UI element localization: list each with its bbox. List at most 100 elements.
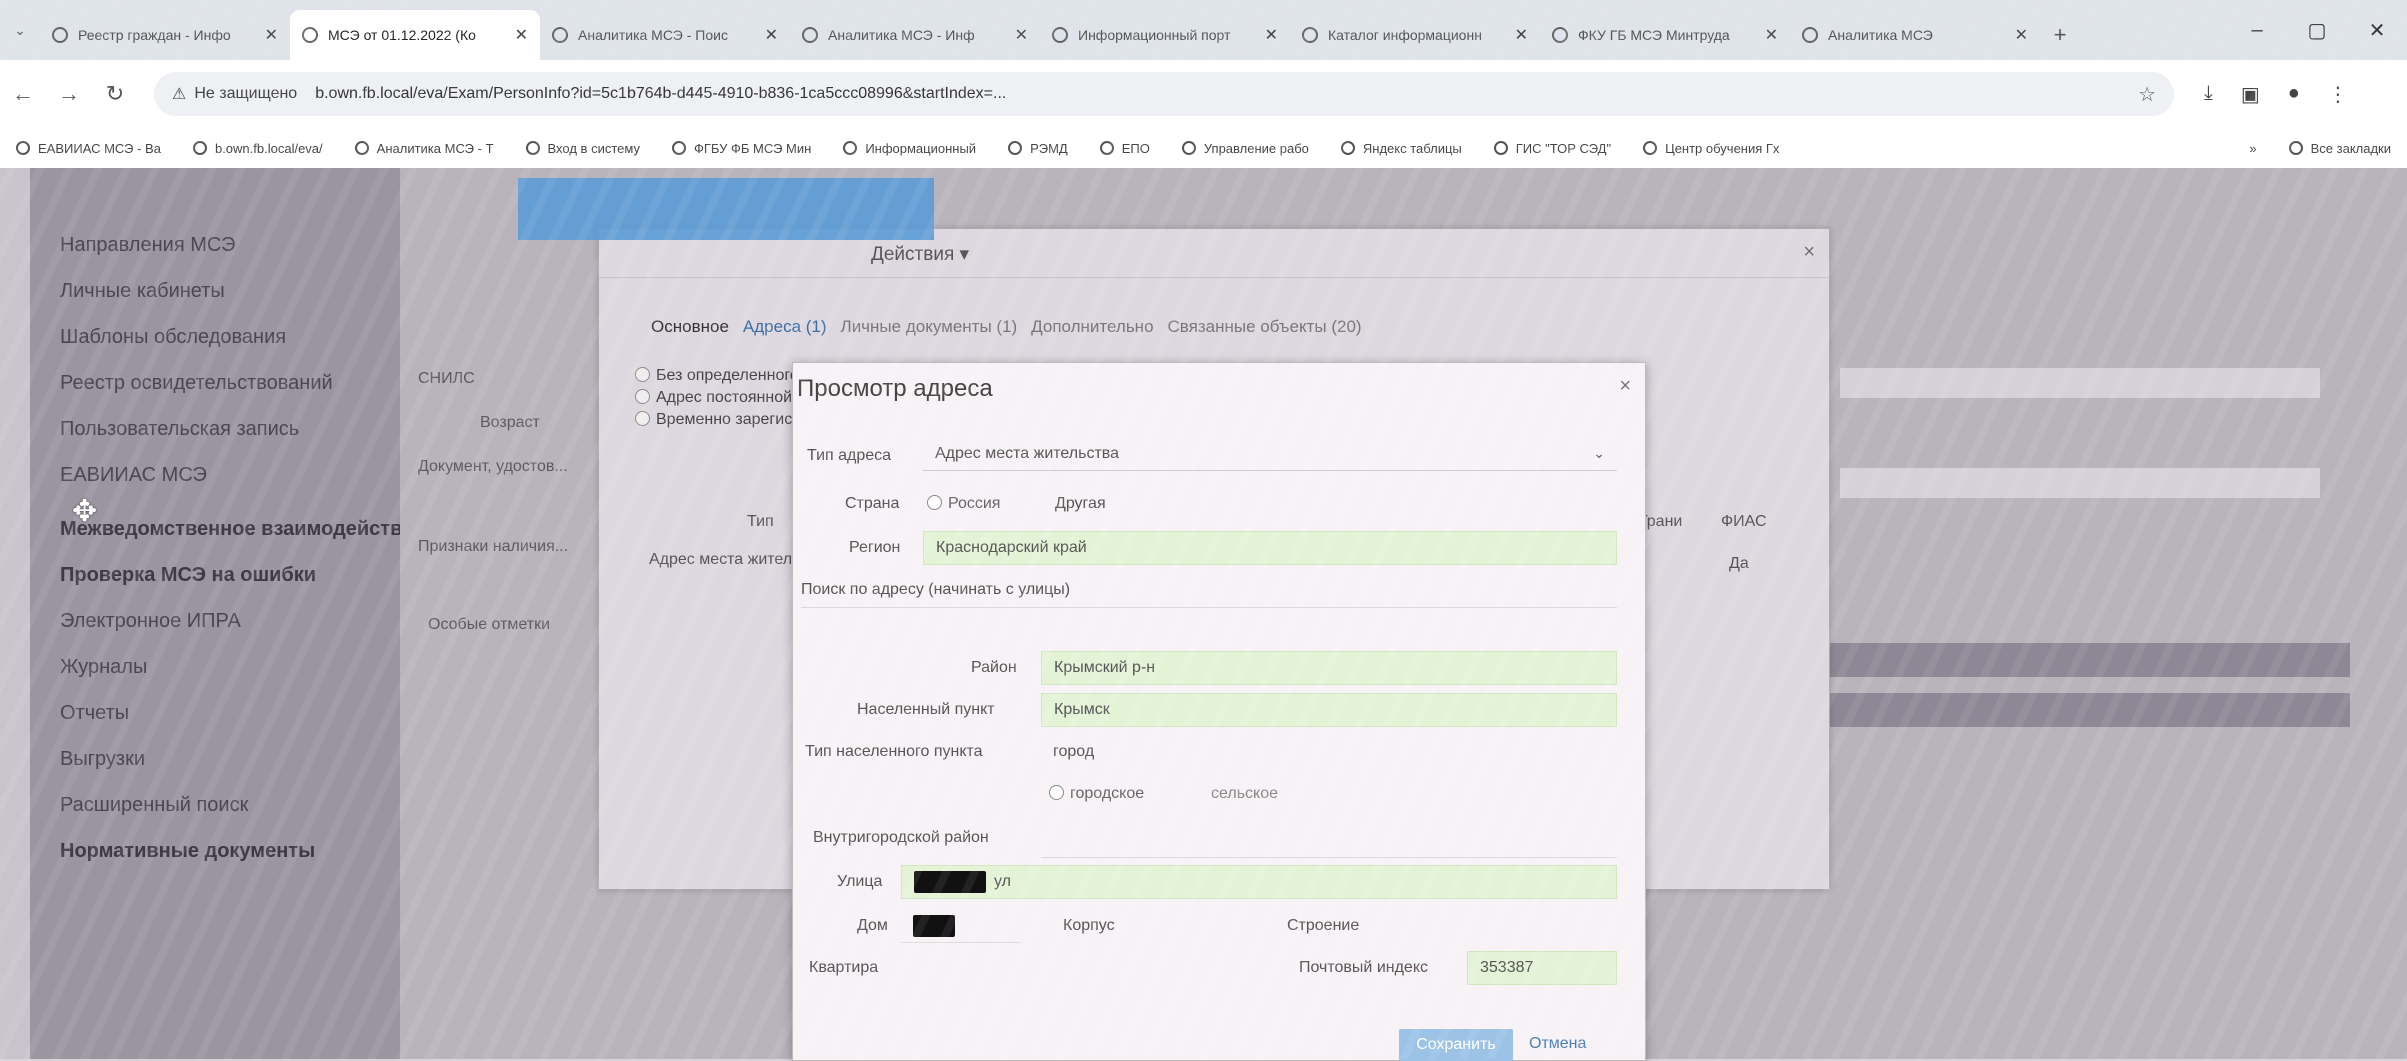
tab-close-icon[interactable]: ✕ [1515,25,1528,45]
sidebar-item[interactable]: Личные кабинеты [60,280,225,303]
radio[interactable] [927,495,942,510]
tab-addresses[interactable]: Адреса (1) [743,317,827,337]
browser-tab[interactable]: Аналитика МСЭ - Поис ✕ [540,10,790,60]
bookmark-icon [1181,141,1196,155]
forward-arrow-icon[interactable]: → [46,81,92,107]
dialog-close-icon[interactable]: × [1619,375,1631,398]
fias-value: Да [1729,555,1749,572]
bookmark-item[interactable]: Центр обучения Гх [1627,141,1795,156]
age-label: Возраст [480,414,540,431]
sidebar-item[interactable]: Проверка МСЭ на ошибки [60,564,316,587]
settlement-type-value[interactable]: город [1041,735,1301,769]
new-tab-button[interactable]: + [2040,10,2080,60]
browser-tab[interactable]: Реестр граждан - Инфо ✕ [40,10,290,60]
bookmark-item[interactable]: Вход в систему [510,141,656,156]
structure-label: Строение [1287,917,1360,934]
browser-tab[interactable]: Информационный порт ✕ [1040,10,1290,60]
bookmark-item[interactable]: ФГБУ ФБ МСЭ Мин [656,141,827,156]
tab-favicon-icon [802,27,818,43]
actions-menu-button[interactable]: Действия ▾ [871,243,969,266]
postal-code-field[interactable]: 353387 [1467,951,1617,985]
maximize-button[interactable]: ▢ [2287,0,2347,60]
browser-tab-active[interactable]: МСЭ от 01.12.2022 (Ко ✕ [290,10,540,60]
settlement-option-rural[interactable]: сельское [1211,785,1278,803]
settlement-field[interactable]: Крымск [1041,693,1617,727]
tab-close-icon[interactable]: ✕ [1265,25,1278,45]
folder-icon [2288,141,2303,155]
browser-tab[interactable]: Каталог информационн ✕ [1290,10,1540,60]
tab-main[interactable]: Основное [651,317,729,337]
download-icon[interactable]: ⤓ [2204,82,2213,107]
sidebar-item[interactable]: Расширенный поиск [60,794,248,817]
settlement-option-urban[interactable]: городское [1049,785,1144,803]
cancel-button[interactable]: Отмена [1529,1035,1586,1053]
tab-search-icon[interactable]: ⌄ [0,0,40,60]
sidebar-item[interactable]: Шаблоны обследования [60,326,286,349]
bookmark-item[interactable]: Аналитика МСЭ - Т [339,141,510,156]
bookmark-item[interactable]: Информационный [827,141,992,156]
bookmarks-overflow-icon[interactable]: » [2233,141,2272,156]
tab-related[interactable]: Связанные объекты (20) [1168,317,1362,337]
tab-close-icon[interactable]: ✕ [515,25,528,45]
folder-icon [1340,141,1355,155]
sidebar-item[interactable]: Межведомственное взаимодействие [60,518,426,541]
tab-documents[interactable]: Личные документы (1) [841,317,1018,337]
minimize-button[interactable]: – [2227,0,2287,60]
bookmark-item[interactable]: b.own.fb.local/eva/ [177,141,339,156]
district-label: Район [971,659,1017,676]
bookmark-item[interactable]: РЭМД [992,141,1084,156]
bookmark-item[interactable]: Яндекс таблицы [1325,141,1478,156]
bookmark-star-icon[interactable]: ☆ [2138,82,2156,107]
tab-close-icon[interactable]: ✕ [2015,25,2028,45]
bookmark-icon [1643,141,1658,155]
sidebar-item[interactable]: Выгрузки [60,748,145,771]
bookmark-item[interactable]: ЕАВИИАС МСЭ - Ва [0,141,177,156]
tab-close-icon[interactable]: ✕ [265,25,278,45]
bookmark-item[interactable]: Управление рабо [1166,141,1325,156]
browser-tab[interactable]: Аналитика МСЭ - Инф ✕ [790,10,1040,60]
district-field[interactable]: Крымский р-н [1041,651,1617,685]
sidebar-item[interactable]: ЕАВИИАС МСЭ [60,464,207,487]
menu-dots-icon[interactable]: ⋮ [2328,82,2348,107]
sidebar-item[interactable]: Реестр освидетельствований [60,372,333,395]
close-window-button[interactable]: ✕ [2347,0,2407,60]
tab-additional[interactable]: Дополнительно [1031,317,1153,337]
sidebar-item[interactable]: Электронное ИПРА [60,610,241,633]
tab-close-icon[interactable]: ✕ [1015,25,1028,45]
reload-icon[interactable]: ↻ [92,81,138,107]
sidebar-item[interactable]: Направления МСЭ [60,234,235,257]
close-icon[interactable]: × [1803,241,1815,264]
tab-favicon-icon [1302,27,1318,43]
bookmark-item[interactable]: ЕПО [1084,141,1166,156]
building-label: Корпус [1063,917,1115,934]
sidepanel-icon[interactable]: ▣ [2241,82,2260,107]
sidebar-item[interactable]: Нормативные документы [60,840,315,863]
tab-close-icon[interactable]: ✕ [1765,25,1778,45]
checkbox[interactable] [635,411,650,426]
checkbox[interactable] [635,389,650,404]
profile-icon[interactable]: ● [2288,82,2300,107]
sidebar-item[interactable]: Журналы [60,656,147,679]
tab-favicon-icon [1552,27,1568,43]
sidebar-item[interactable]: Отчеты [60,702,129,725]
radio[interactable] [1049,785,1064,800]
country-option-russia[interactable]: Россия [927,495,1000,513]
address-bar[interactable]: ⚠ Не защищено b.own.fb.local/eva/Exam/Pe… [154,72,2174,116]
region-field[interactable]: Краснодарский край [923,531,1617,565]
bookmark-item[interactable]: ГИС "ТОР СЭД" [1478,141,1627,156]
save-button[interactable]: Сохранить [1399,1029,1513,1061]
all-bookmarks[interactable]: Все закладки [2273,141,2407,156]
country-option-other[interactable]: Другая [1055,495,1106,513]
background-row [1830,693,2350,727]
checkbox[interactable] [635,367,650,382]
tab-close-icon[interactable]: ✕ [765,25,778,45]
url-text[interactable]: b.own.fb.local/eva/Exam/PersonInfo?id=5c… [315,85,1006,103]
back-arrow-icon[interactable]: ← [0,81,46,107]
street-field[interactable]: ул [901,865,1617,899]
address-search-input[interactable] [801,613,1617,643]
house-field[interactable] [901,909,1021,943]
address-type-select[interactable]: Адрес места жительства ⌄ [923,437,1617,471]
sidebar-item[interactable]: Пользовательская запись [60,418,299,441]
browser-tab[interactable]: ФКУ ГБ МСЭ Минтруда ✕ [1540,10,1790,60]
browser-tab[interactable]: Аналитика МСЭ ✕ [1790,10,2040,60]
